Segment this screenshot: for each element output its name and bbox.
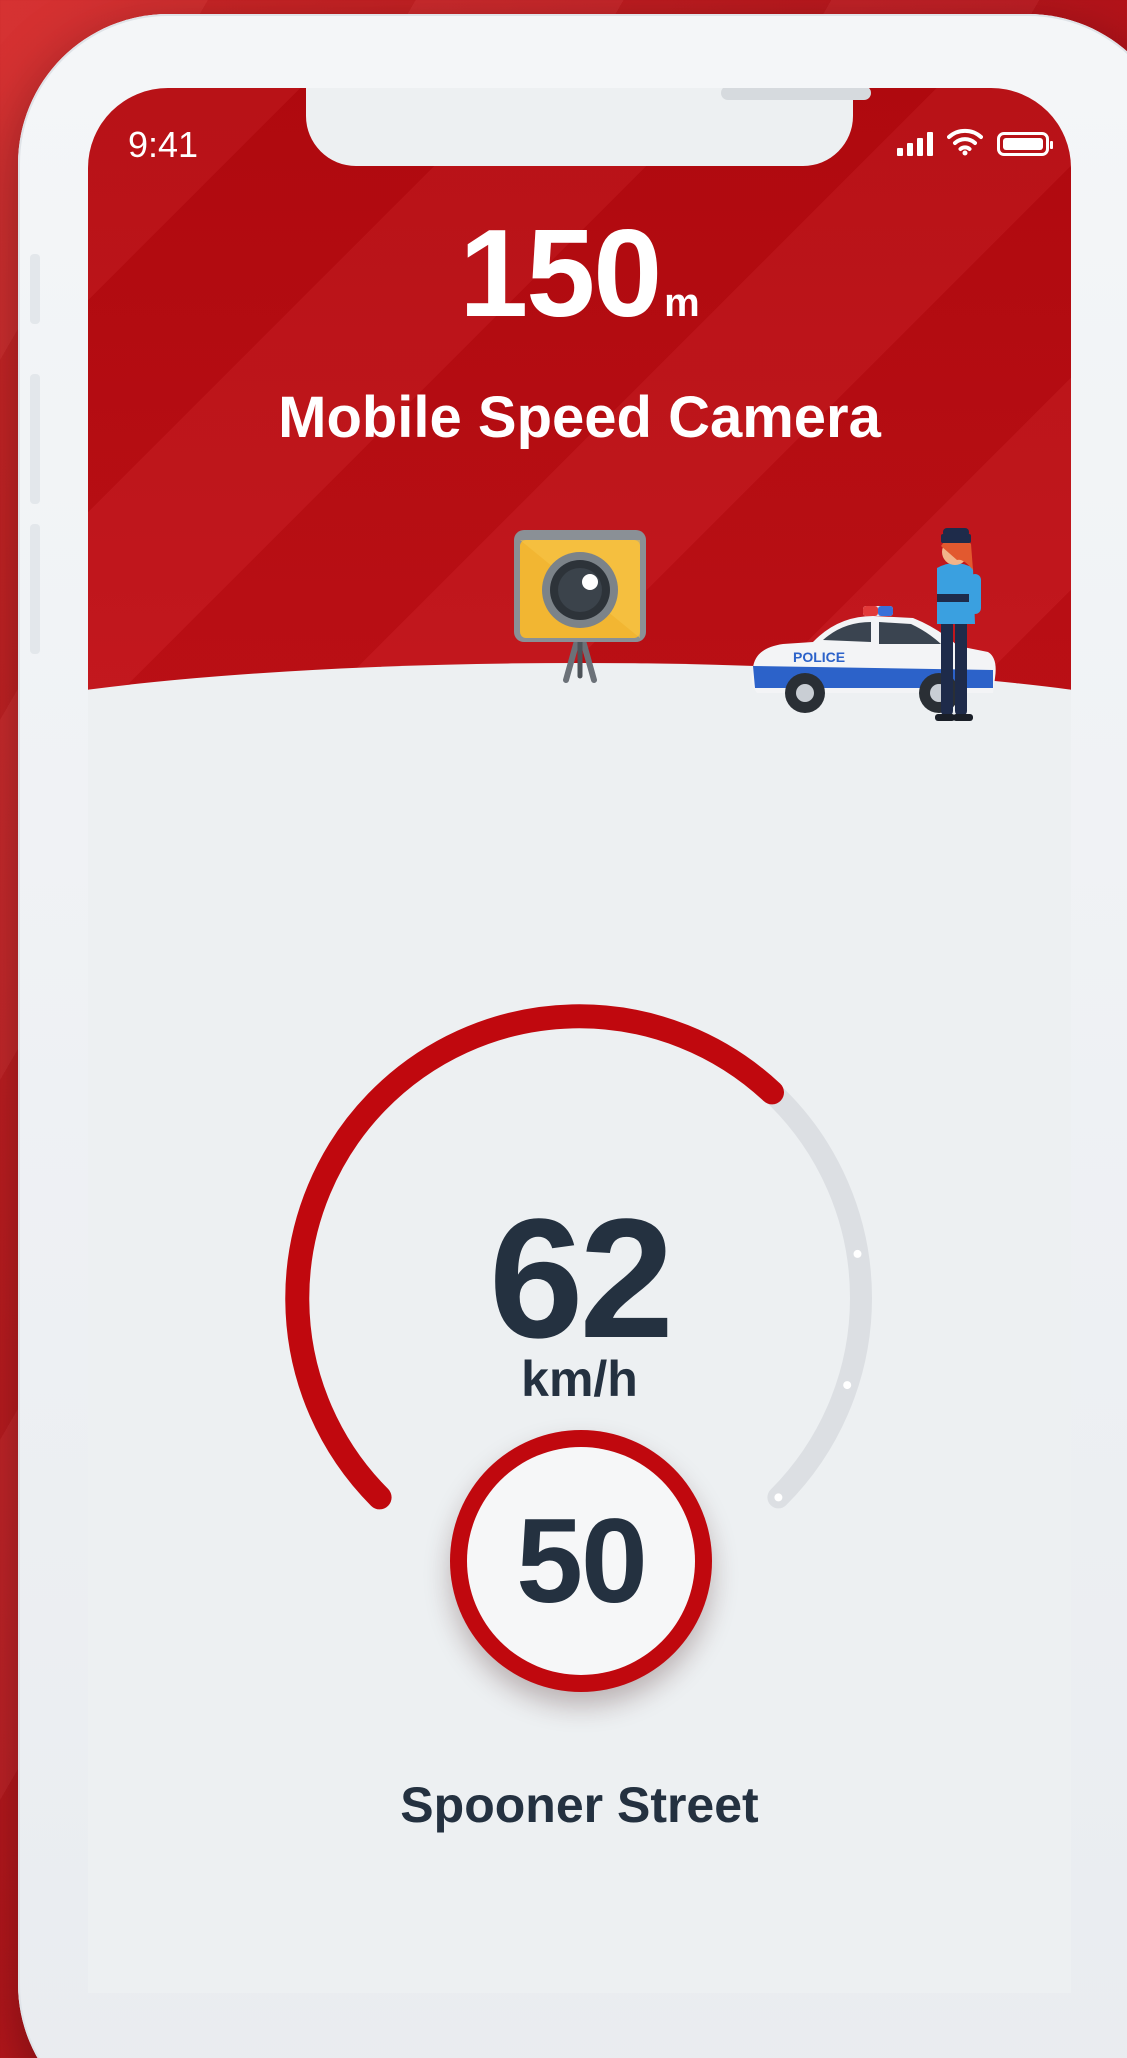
- gauge-tick-3: [774, 1493, 783, 1502]
- volume-up-button: [30, 374, 40, 504]
- street-name: Spooner Street: [400, 1777, 759, 1833]
- speed-limit-face: 50: [467, 1447, 695, 1675]
- speed-gauge: [285, 1004, 872, 1510]
- app-screen: 9:41 150 m Mobile Speed Camera POLICE 62…: [88, 88, 1071, 1993]
- volume-down-button: [30, 524, 40, 654]
- speed-limit-value: 50: [516, 1494, 647, 1628]
- speed-unit: km/h: [521, 1351, 638, 1407]
- mute-switch: [30, 254, 40, 324]
- current-speed: 62: [488, 1184, 674, 1374]
- speed-limit-sign: 50: [450, 1430, 712, 1692]
